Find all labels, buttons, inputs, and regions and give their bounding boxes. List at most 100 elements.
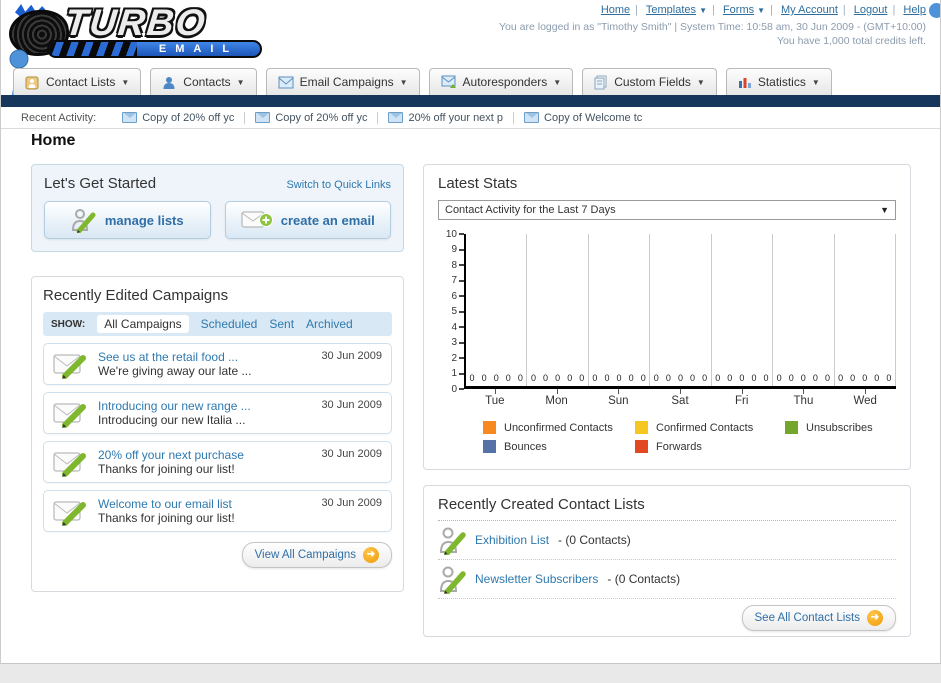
filter-archived[interactable]: Archived [306,317,353,331]
report-select-dropdown[interactable]: Contact Activity for the Last 7 Days ▼ [438,200,896,220]
show-label: SHOW: [51,318,86,330]
create-email-button[interactable]: create an email [224,201,391,239]
x-axis-tick [649,389,711,394]
report-select-value: Contact Activity for the Last 7 Days [445,204,616,216]
envelope-icon [388,112,404,123]
legend-swatch [483,440,496,453]
x-axis-label: Thu [793,395,814,407]
x-axis-label: Mon [545,395,568,407]
tab-contact-lists[interactable]: Contact Lists ▼ [13,68,142,95]
tab-custom-fields[interactable]: Custom Fields ▼ [582,68,717,95]
address-book-icon [25,76,39,89]
page-footer-strip [0,664,941,683]
manage-lists-label: manage lists [104,212,184,228]
chart-group: 00000 [466,234,528,386]
value-label: 0 [824,373,830,383]
value-label: 0 [862,373,868,383]
value-label: 0 [567,373,573,383]
recently-created-contact-lists-panel: Recently Created Contact Lists Exhibitio… [423,485,911,637]
value-label: 0 [653,373,659,383]
campaign-subtitle: Introducing our new Italia ... [98,413,246,427]
legend-item: Bounces [483,440,635,453]
value-label: 0 [838,373,844,383]
nav-link-home[interactable]: Home [601,4,630,16]
recent-activity-item[interactable]: Copy of Welcome tc [514,112,652,124]
legend-label: Bounces [504,440,547,453]
campaign-title-link[interactable]: Welcome to our email list [98,497,312,511]
nav-link-logout[interactable]: Logout [854,4,888,16]
contact-lists-panel-title: Recently Created Contact Lists [438,496,645,513]
legend-item: Forwards [635,440,785,453]
y-axis-label: 3 [451,337,464,349]
value-label: 0 [481,373,487,383]
x-axis-tick [526,389,588,394]
chevron-down-icon: ▼ [811,77,820,87]
value-label: 0 [763,373,769,383]
stats-panel-title: Latest Stats [438,175,518,192]
campaign-date: 30 Jun 2009 [321,448,382,460]
nav-link-forms[interactable]: Forms [723,4,754,16]
recent-activity-item[interactable]: 20% off your next p [378,111,515,124]
campaign-title-link[interactable]: See us at the retail food ... [98,350,312,364]
tab-statistics[interactable]: Statistics ▼ [725,68,832,95]
get-started-panel: Let's Get Started Switch to Quick Links … [31,164,404,252]
x-axis-tick [711,389,773,394]
chevron-down-icon: ▼ [880,205,889,215]
campaign-list-item[interactable]: See us at the retail food ... We're givi… [43,343,392,385]
campaign-title-link[interactable]: 20% off your next purchase [98,448,312,462]
chart-group: 00000 [527,234,589,386]
value-label: 0 [702,373,708,383]
filter-sent[interactable]: Sent [269,317,294,331]
y-axis-label: 1 [451,368,464,380]
campaign-list-item[interactable]: 20% off your next purchase Thanks for jo… [43,441,392,483]
logo-text-email: EMAIL [158,43,239,55]
tab-contacts[interactable]: Contacts ▼ [150,68,257,95]
y-axis-label: 9 [451,244,464,256]
x-axis-tick [773,389,835,394]
x-axis-tick [464,389,526,394]
legend-item: Confirmed Contacts [635,421,785,434]
tab-autoresponders[interactable]: Autoresponders ▼ [428,68,574,95]
see-all-contact-lists-button[interactable]: See All Contact Lists ➜ [741,605,896,631]
view-all-campaigns-label: View All Campaigns [254,549,356,561]
chart-group: 00000 [835,234,896,386]
chevron-down-icon: ▼ [699,6,708,15]
value-label: 0 [677,373,683,383]
legend-swatch [635,440,648,453]
nav-link-templates[interactable]: Templates [646,4,696,16]
contact-list-name-link[interactable]: Exhibition List [475,533,549,547]
tab-label: Custom Fields [614,75,691,89]
value-label: 0 [886,373,892,383]
help-bubble-icon[interactable] [929,3,940,18]
y-axis-label: 4 [451,321,464,333]
contact-list-name-link[interactable]: Newsletter Subscribers [475,572,598,586]
y-axis-label: 0 [451,383,464,395]
envelope-pencil-icon [53,452,86,477]
campaign-title-link[interactable]: Introducing our new range ... [98,399,312,413]
switch-quick-links-link[interactable]: Switch to Quick Links [286,179,391,191]
campaign-list-item[interactable]: Welcome to our email list Thanks for joi… [43,490,392,532]
recent-activity-item[interactable]: Copy of 20% off yc [112,111,246,124]
contact-list-item[interactable]: Newsletter Subscribers - (0 Contacts) [438,560,896,599]
legend-label: Unconfirmed Contacts [504,421,613,434]
value-label: 0 [715,373,721,383]
view-all-campaigns-button[interactable]: View All Campaigns ➜ [241,542,392,568]
value-label: 0 [640,373,646,383]
nav-link-help[interactable]: Help [903,4,926,16]
value-label: 0 [469,373,475,383]
chart-group: 00000 [773,234,835,386]
campaign-list-item[interactable]: Introducing our new range ... Introducin… [43,392,392,434]
filter-all-campaigns[interactable]: All Campaigns [97,315,189,333]
value-label: 0 [800,373,806,383]
tab-label: Statistics [757,75,806,89]
tab-email-campaigns[interactable]: Email Campaigns ▼ [265,68,420,95]
value-label: 0 [776,373,782,383]
legend-label: Unsubscribes [806,421,873,434]
manage-lists-button[interactable]: manage lists [44,201,211,239]
page-title: Home [31,132,76,149]
recent-activity-item[interactable]: Copy of 20% off yc [245,111,379,124]
contact-list-item[interactable]: Exhibition List - (0 Contacts) [438,521,896,560]
nav-link-my-account[interactable]: My Account [781,4,838,16]
filter-scheduled[interactable]: Scheduled [201,317,258,331]
tab-label: Contacts [183,75,231,89]
